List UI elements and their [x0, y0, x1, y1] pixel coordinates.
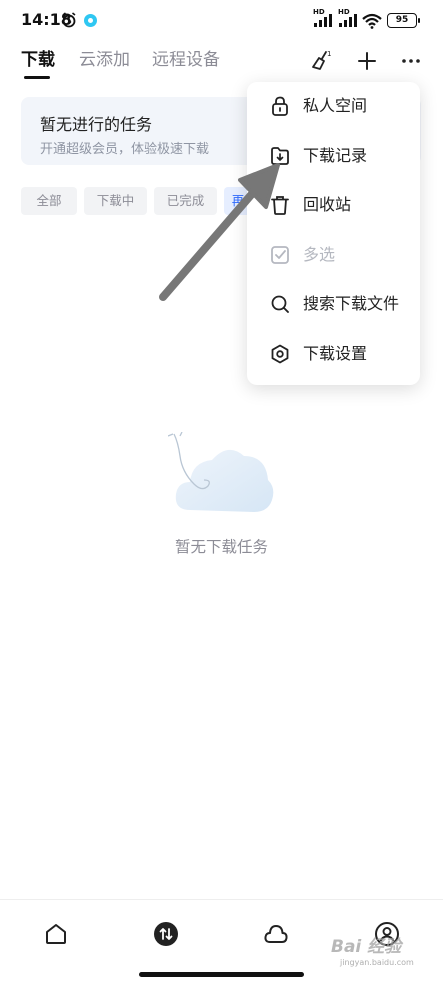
- menu-item-search-downloads[interactable]: 搜索下载文件: [247, 281, 420, 327]
- app-notification-icon: [84, 14, 97, 27]
- menu-item-label: 私人空间: [303, 96, 368, 115]
- battery-level: 95: [395, 15, 409, 25]
- home-icon[interactable]: [43, 921, 69, 947]
- status-bar: 14:18 HD HD 95: [0, 0, 443, 42]
- banner-title: 暂无进行的任务: [40, 115, 153, 134]
- cell-signal-1-icon: HD: [313, 8, 335, 28]
- transfer-icon[interactable]: [153, 921, 179, 947]
- more-icon[interactable]: [398, 48, 424, 74]
- notification-badge: 1: [327, 50, 331, 58]
- search-icon: [271, 295, 289, 313]
- menu-item-label: 多选: [303, 245, 336, 264]
- tab-cloud-add[interactable]: 云添加: [79, 49, 130, 71]
- cell-signal-2-icon: HD: [338, 8, 360, 28]
- cloud-icon[interactable]: [263, 921, 289, 947]
- menu-item-label: 回收站: [303, 195, 352, 214]
- empty-state-text: 暂无下载任务: [174, 538, 268, 556]
- alarm-icon: [62, 12, 76, 28]
- menu-item-label: 下载记录: [303, 146, 368, 165]
- banner-subtitle: 开通超级会员，体验极速下载: [40, 142, 210, 157]
- empty-cloud-illustration: [168, 432, 274, 512]
- filter-completed[interactable]: 已完成: [154, 187, 217, 215]
- menu-item-download-history[interactable]: 下载记录: [247, 133, 420, 179]
- menu-item-label: 下载设置: [303, 344, 368, 363]
- trash-icon: [271, 196, 289, 215]
- more-options-menu: 私人空间 下载记录 回收站 多选 搜索下载文件 下载设置: [247, 82, 420, 385]
- tab-download[interactable]: 下载: [21, 49, 55, 71]
- active-tab-indicator: [24, 76, 50, 79]
- menu-item-recycle-bin[interactable]: 回收站: [247, 182, 420, 228]
- wifi-icon: [362, 13, 382, 29]
- battery-icon: 95: [387, 13, 420, 28]
- filter-all[interactable]: 全部: [21, 187, 77, 215]
- menu-item-label: 搜索下载文件: [303, 294, 400, 313]
- broom-icon[interactable]: 1: [307, 48, 333, 74]
- settings-hexagon-icon: [271, 344, 289, 364]
- lock-icon: [272, 96, 288, 116]
- home-indicator[interactable]: [139, 972, 304, 977]
- filter-downloading[interactable]: 下载中: [84, 187, 147, 215]
- tab-remote-devices[interactable]: 远程设备: [152, 49, 220, 71]
- folder-download-icon: [271, 147, 289, 165]
- plus-icon[interactable]: [354, 48, 380, 74]
- menu-item-multi-select[interactable]: 多选: [247, 232, 420, 278]
- menu-item-private-space[interactable]: 私人空间: [247, 83, 420, 129]
- checkbox-icon: [271, 246, 289, 264]
- watermark-url: jingyan.baidu.com: [340, 958, 414, 967]
- watermark-text: Bai 经验: [331, 937, 402, 957]
- menu-item-download-settings[interactable]: 下载设置: [247, 331, 420, 377]
